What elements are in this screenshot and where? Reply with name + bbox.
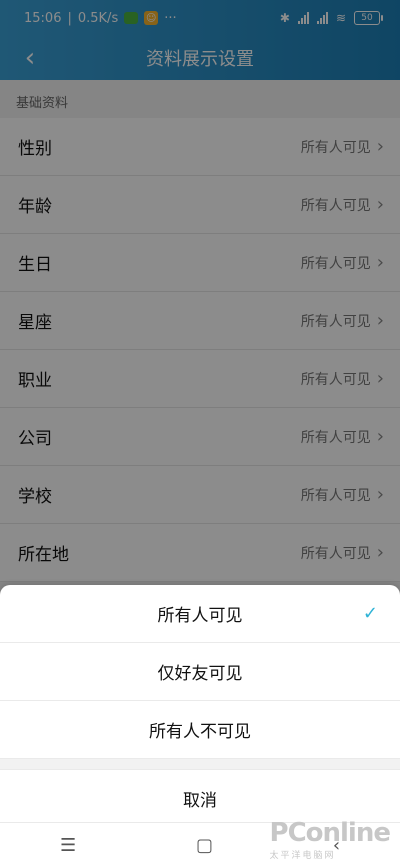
watermark: PConline 太平洋电脑网 [269, 818, 391, 861]
option-label: 仅好友可见 [157, 664, 243, 684]
home-icon[interactable]: ▢ [196, 835, 213, 856]
option-nobody-visible[interactable]: 所有人不可见 [0, 701, 400, 759]
sheet-divider [0, 759, 400, 769]
option-friends-only[interactable]: 仅好友可见 [0, 643, 400, 701]
option-label: 所有人可见 [157, 606, 243, 626]
watermark-brand: PConline [269, 818, 391, 848]
checkmark-icon: ✓ [362, 603, 378, 624]
option-everyone-visible[interactable]: 所有人可见 ✓ [0, 585, 400, 643]
menu-icon[interactable]: ☰ [60, 835, 76, 856]
option-label: 所有人不可见 [149, 722, 251, 742]
watermark-sub: 太平洋电脑网 [269, 851, 336, 861]
